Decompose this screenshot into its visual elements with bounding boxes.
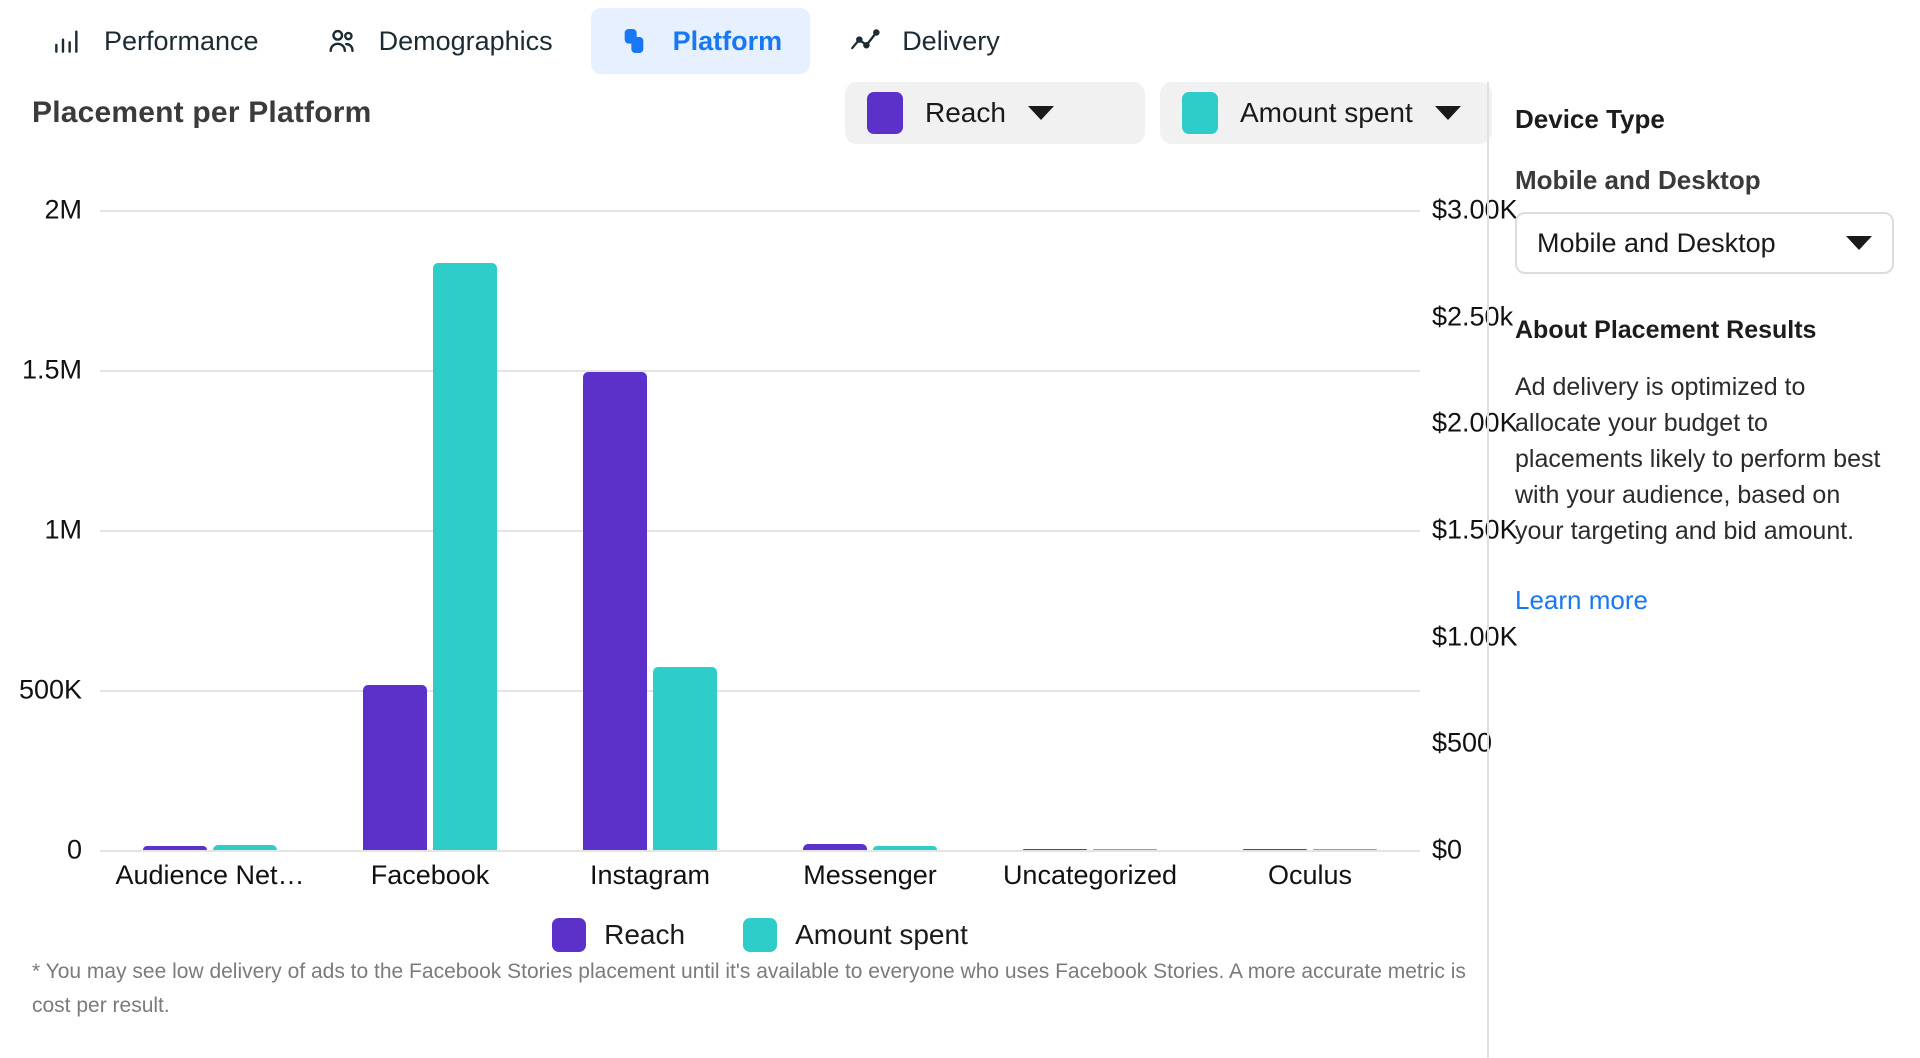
learn-more-link[interactable]: Learn more xyxy=(1515,585,1648,615)
legend-swatch-reach xyxy=(552,918,586,952)
bar-reach[interactable] xyxy=(803,844,867,850)
x-axis-label: Uncategorized xyxy=(980,860,1200,891)
y-axis-left-tick: 1.5M xyxy=(22,355,82,386)
metric-selector-reach[interactable]: Reach xyxy=(845,82,1145,144)
sidebar-heading-device-type: Device Type xyxy=(1515,104,1894,135)
tab-performance-label: Performance xyxy=(104,26,259,57)
bar-group xyxy=(1200,210,1420,850)
tab-demographics[interactable]: Demographics xyxy=(297,8,581,74)
chevron-down-icon[interactable] xyxy=(1846,236,1872,250)
bar-amount-spent[interactable] xyxy=(1313,849,1377,850)
sidebar-about-body: Ad delivery is optimized to allocate you… xyxy=(1515,369,1894,549)
metric-selector-amount-spent-label: Amount spent xyxy=(1240,97,1413,129)
chevron-down-icon[interactable] xyxy=(1028,106,1054,120)
bar-group xyxy=(760,210,980,850)
chart-footnote: * You may see low delivery of ads to the… xyxy=(32,955,1482,1023)
y-axis-left-tick: 2M xyxy=(44,195,82,226)
page-title: Placement per Platform xyxy=(32,96,372,130)
bar-reach[interactable] xyxy=(143,846,207,850)
chart-legend: Reach Amount spent xyxy=(100,918,1420,952)
y-axis-right-tick: $500 xyxy=(1432,728,1492,759)
line-graph-icon xyxy=(848,24,882,58)
legend-label-reach: Reach xyxy=(604,919,685,951)
plot-area xyxy=(100,210,1420,850)
amount-spent-color-swatch xyxy=(1182,92,1218,134)
bar-group xyxy=(320,210,540,850)
bar-group xyxy=(980,210,1200,850)
y-axis-right-tick: $0 xyxy=(1432,835,1462,866)
legend-swatch-amount-spent xyxy=(743,918,777,952)
legend-item-reach[interactable]: Reach xyxy=(552,918,685,952)
y-axis-left-tick: 1M xyxy=(44,515,82,546)
metric-selector-reach-label: Reach xyxy=(925,97,1006,129)
device-type-select[interactable]: Mobile and Desktop xyxy=(1515,212,1894,274)
bar-group xyxy=(540,210,760,850)
sidebar-heading-about: About Placement Results xyxy=(1515,316,1894,345)
people-icon xyxy=(325,24,359,58)
x-axis-label: Oculus xyxy=(1200,860,1420,891)
reach-color-swatch xyxy=(867,92,903,134)
placement-per-platform-chart: 0500K1M1.5M2M $0$500$1.00K$1.50K$2.00K$2… xyxy=(0,170,1530,870)
bar-reach[interactable] xyxy=(363,685,427,850)
metric-selector-amount-spent[interactable]: Amount spent xyxy=(1160,82,1492,144)
tab-performance[interactable]: Performance xyxy=(22,8,287,74)
sidebar-device-label: Mobile and Desktop xyxy=(1515,165,1894,196)
bar-amount-spent[interactable] xyxy=(873,846,937,850)
bar-groups xyxy=(100,210,1420,850)
x-axis-label: Instagram xyxy=(540,860,760,891)
gridline xyxy=(100,850,1420,852)
bar-group xyxy=(100,210,320,850)
chevron-down-icon[interactable] xyxy=(1435,106,1461,120)
tab-platform[interactable]: Platform xyxy=(591,8,811,74)
bar-reach[interactable] xyxy=(1243,849,1307,850)
platform-icon xyxy=(619,24,653,58)
bar-reach[interactable] xyxy=(1023,849,1087,850)
bar-amount-spent[interactable] xyxy=(1093,849,1157,850)
bar-amount-spent[interactable] xyxy=(433,263,497,850)
tab-delivery-label: Delivery xyxy=(902,26,1000,57)
x-axis-label: Audience Net… xyxy=(100,860,320,891)
bar-amount-spent[interactable] xyxy=(653,667,717,850)
device-type-select-value: Mobile and Desktop xyxy=(1537,228,1776,259)
y-axis-left-tick: 0 xyxy=(67,835,82,866)
tab-delivery[interactable]: Delivery xyxy=(820,8,1028,74)
y-axis-left-tick: 500K xyxy=(19,675,82,706)
x-axis-label: Messenger xyxy=(760,860,980,891)
right-sidebar: Device Type Mobile and Desktop Mobile an… xyxy=(1487,82,1920,1058)
y-axis-left-reach: 0500K1M1.5M2M xyxy=(0,210,82,850)
bar-reach[interactable] xyxy=(583,372,647,850)
bar-chart-icon xyxy=(50,24,84,58)
bar-amount-spent[interactable] xyxy=(213,845,277,850)
tab-demographics-label: Demographics xyxy=(379,26,553,57)
legend-label-amount-spent: Amount spent xyxy=(795,919,968,951)
tab-platform-label: Platform xyxy=(673,26,783,57)
x-axis-label: Facebook xyxy=(320,860,540,891)
analytics-tab-bar: Performance Demographics Platform Delive… xyxy=(0,0,1920,82)
legend-item-amount-spent[interactable]: Amount spent xyxy=(743,918,968,952)
x-axis-labels: Audience Net…FacebookInstagramMessengerU… xyxy=(100,860,1420,891)
